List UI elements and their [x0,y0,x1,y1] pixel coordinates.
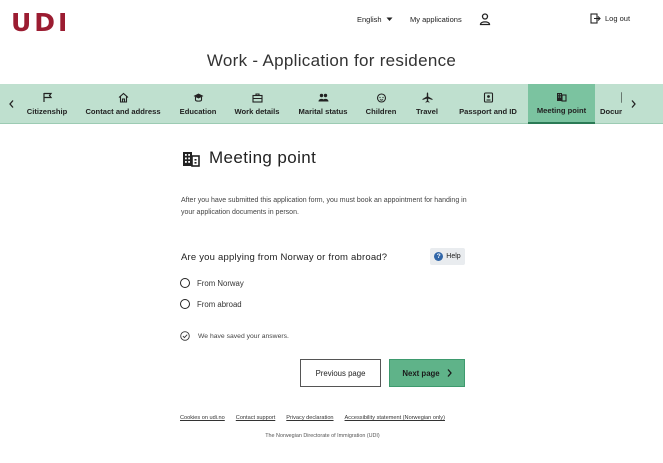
step-work-details[interactable]: Work details [230,84,284,124]
graduation-cap-icon [193,93,203,102]
chevron-down-icon [386,17,393,21]
step-children[interactable]: Children [360,84,402,124]
step-label: Citizenship [26,107,68,116]
airplane-icon [422,92,432,103]
saved-status: We have saved your answers. [180,331,289,341]
radio-from-abroad[interactable]: From abroad [180,299,242,309]
home-icon [118,92,128,103]
radio-label: From abroad [197,299,242,309]
building-icon [557,93,567,102]
step-label: Children [365,107,397,116]
question-mark-icon: ? [434,252,444,261]
chevron-right-icon [447,369,452,377]
log-out-label: Log out [605,14,631,23]
id-card-icon [483,92,493,103]
footer-link-cookies[interactable]: Cookies on udi.no [180,415,225,421]
radio-from-norway[interactable]: From Norway [180,278,244,288]
step-label: Marital status [298,107,348,116]
check-circle-icon [180,331,190,341]
help-label: Help [446,253,461,260]
help-button[interactable]: ? Help [430,248,465,265]
step-label: Education [179,107,217,116]
page-title: Work - Application for residence [206,51,457,70]
language-selector[interactable]: English [357,15,393,24]
log-out-icon [590,13,601,24]
previous-page-button[interactable]: Previous page [300,359,381,387]
step-list: Citizenship Contact and address Educatio… [0,84,622,124]
log-out-button[interactable]: Log out [590,13,630,24]
building-icon [183,152,200,167]
flag-icon [42,92,52,102]
step-documents[interactable]: Documents [600,84,622,124]
step-passport-and-id[interactable]: Passport and ID [452,84,524,124]
footer-link-accessibility[interactable]: Accessibility statement (Norwegian only) [345,415,445,421]
saved-text: We have saved your answers. [198,332,289,340]
footer-note: The Norwegian Directorate of Immigration… [265,433,380,439]
header: UDI English My applications Log out [0,0,663,40]
briefcase-icon [251,93,263,103]
udi-logo[interactable]: UDI [11,8,70,37]
radio-label: From Norway [197,278,244,288]
document-icon [621,92,622,103]
step-education[interactable]: Education [172,84,224,124]
step-citizenship[interactable]: Citizenship [20,84,74,124]
footer-links: Cookies on udi.no Contact support Privac… [180,415,445,421]
step-label: Meeting point [536,106,587,115]
next-page-label: Next page [402,368,440,378]
footer-link-privacy[interactable]: Privacy declaration [286,415,333,421]
my-applications-link[interactable]: My applications [410,15,462,24]
step-label: Work details [234,107,280,116]
step-label: Contact and address [85,107,161,116]
radio-button[interactable] [180,299,190,309]
chevron-right-icon [631,100,636,108]
question-label: Are you applying from Norway or from abr… [181,252,388,263]
section-title: Meeting point [209,148,317,167]
user-icon[interactable] [478,12,492,26]
step-label: Documents [600,107,622,116]
people-icon [318,93,328,102]
step-label: Travel [416,107,438,116]
footer-link-contact-support[interactable]: Contact support [236,415,276,421]
step-scroll-right-button[interactable] [624,84,642,124]
step-travel[interactable]: Travel [410,84,444,124]
chevron-left-icon [8,100,13,108]
step-contact-and-address[interactable]: Contact and address [80,84,166,124]
step-scroll-left-button[interactable] [2,84,20,124]
step-meeting-point[interactable]: Meeting point [528,84,595,124]
radio-button[interactable] [180,278,190,288]
language-label: English [357,15,382,24]
intro-text: After you have submitted this applicatio… [181,197,467,216]
step-marital-status[interactable]: Marital status [293,84,353,124]
child-face-icon [376,93,386,103]
step-label: Passport and ID [459,107,517,116]
next-page-button[interactable]: Next page [389,359,465,387]
